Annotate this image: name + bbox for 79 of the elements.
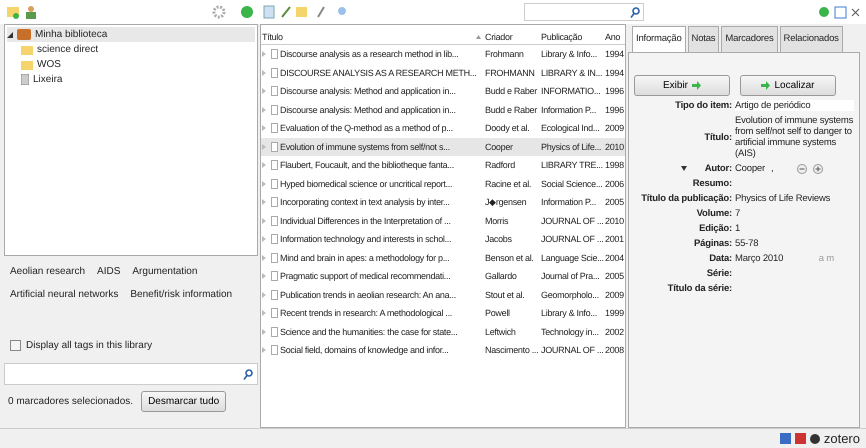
add-icon[interactable] — [813, 164, 824, 174]
tag[interactable]: Artificial neural networks — [10, 289, 118, 300]
deselect-all-button[interactable]: Desmarcar tudo — [141, 391, 226, 412]
item-row[interactable]: Hyped biomedical science or uncritical report... Racine et al. Social Science... 2006 — [261, 174, 625, 193]
column-header[interactable]: Título — [262, 32, 485, 42]
item-row[interactable]: DISCOURSE ANALYSIS AS A RESEARCH METH... FROHMANN LIBRARY & IN... 1994 — [261, 64, 625, 82]
tag[interactable]: Aeolian research — [10, 266, 86, 277]
brand-name: zotero — [824, 431, 860, 446]
item-row[interactable]: Recent trends in research: A methodological ... Powell Library & Info... 1999 — [261, 304, 625, 322]
view-button[interactable]: Exibir — [634, 75, 730, 96]
trash-icon — [21, 74, 29, 85]
item-row[interactable]: Discourse analysis: Method and application in... Budd e Raber INFORMATIO... 1996 — [261, 82, 625, 100]
settings-icon[interactable] — [212, 5, 226, 19]
name-separator: , — [770, 163, 774, 174]
item-row[interactable]: Mind and brain in apes: a methodology for p... Benson et al. Language Scie...2004 — [261, 248, 625, 267]
item-row[interactable]: Evolution of immune systems from self/not s... Cooper Physics of Life... 2010 — [261, 138, 625, 156]
collection-item[interactable]: Lixeira — [7, 72, 255, 87]
item-row[interactable]: Social field, domains of knowledge and infor... Nascimento ... JOURNAL OF ... 2008 — [261, 341, 625, 360]
new-collection-icon[interactable] — [6, 5, 20, 19]
item-row[interactable]: Discourse analysis as a research method in lib... Frohmann Library & Info... 1994 — [261, 45, 625, 64]
field-value[interactable]: 55-78 — [735, 238, 758, 249]
tab[interactable]: Relacionados — [780, 26, 843, 52]
remove-icon[interactable] — [797, 164, 808, 174]
column-header[interactable]: Ano — [605, 32, 624, 42]
field-label: Título: — [704, 132, 732, 142]
item-row[interactable]: Science and the humanities: the case for state... Leftwich Technology in... 2002 — [261, 322, 625, 341]
column-header[interactable]: Criador — [485, 32, 541, 42]
tag-filter-field[interactable] — [4, 363, 258, 385]
arrow-icon — [761, 81, 770, 90]
expander-icon[interactable] — [7, 32, 13, 38]
locate-button[interactable]: Localizar — [740, 75, 836, 96]
arrow-icon — [692, 81, 701, 90]
field-label: Páginas: — [694, 238, 732, 249]
field-label: Título da série: — [668, 283, 732, 294]
item-row[interactable]: Pragmatic support of medical recommendati... Gallardo Journal of Pra... 2005 — [261, 267, 625, 286]
field-label: Série: — [706, 268, 732, 279]
search-field[interactable] — [524, 3, 644, 21]
window-icon[interactable] — [834, 6, 847, 18]
new-group-icon[interactable] — [24, 5, 38, 19]
field-value[interactable]: Cooper — [735, 163, 765, 174]
field-label: Autor: — [704, 163, 732, 174]
selected-tags-count: 0 marcadores selecionados. — [8, 396, 134, 407]
field-label: Edição: — [699, 223, 732, 234]
tag[interactable]: AIDS — [97, 266, 120, 277]
field-value[interactable]: Março 2010 — [735, 253, 784, 264]
caret-icon[interactable] — [680, 166, 687, 171]
field-value[interactable]: Physics of Life Reviews — [735, 193, 830, 204]
tag[interactable]: Argumentation — [132, 266, 198, 277]
field-label: Resumo: — [692, 178, 732, 189]
item-row[interactable]: Flaubert, Foucault, and the bibliotheque fanta... Radford LIBRARY TRE... 1998 — [261, 156, 625, 174]
field-value[interactable]: 1 — [735, 223, 740, 234]
close-icon[interactable] — [851, 8, 860, 16]
tab[interactable]: Informação — [632, 26, 686, 52]
field-label: Tipo do item: — [675, 100, 732, 111]
display-all-checkbox[interactable]: Display all tags in this library — [4, 334, 258, 357]
field-label: Volume: — [696, 208, 732, 219]
field-value[interactable]: Evolution of immune systems from self/not self to danger to artificial immune systems (AIS) — [735, 115, 854, 159]
collection-item[interactable]: Minha biblioteca — [7, 27, 255, 42]
folder-icon — [21, 44, 33, 54]
item-row[interactable]: Evaluation of the Q-method as a method of p... Doody et al. Ecological Ind... 2009 — [261, 119, 625, 138]
item-row[interactable]: Discourse analysis: Method and application in... Budd e Raber Information P... 1996 — [261, 100, 625, 119]
column-header[interactable]: Publicação — [541, 32, 605, 42]
tab[interactable]: Marcadores — [721, 26, 778, 52]
date-hint: a m — [818, 253, 834, 264]
search-icon — [243, 368, 253, 380]
item-row[interactable]: Individual Differences in the Interpretation of ... Morris JOURNAL OF ... 2010 — [261, 212, 625, 230]
search-icon — [630, 6, 640, 18]
tab[interactable]: Notas — [688, 26, 720, 52]
item-row[interactable]: Incorporating context in text analysis by inter... J◆rgensen Information P... 2005 — [261, 193, 625, 212]
folder-icon — [21, 60, 33, 70]
field-label: Data: — [709, 253, 732, 264]
collection-item[interactable]: science direct — [7, 42, 255, 57]
field-value[interactable]: 7 — [735, 208, 740, 219]
collection-item[interactable]: WOS — [7, 57, 255, 72]
sort-icon — [476, 34, 481, 39]
tag[interactable]: Benefit/risk information — [130, 289, 232, 300]
field-label: Título da publicação: — [641, 193, 732, 204]
item-row[interactable]: Information technology and interests in schol... Jacobs JOURNAL OF ... 2001 — [261, 230, 625, 248]
item-row[interactable]: Publication trends in aeolian research: An ana... Stout et al. Geomorpholo... 2009 — [261, 286, 625, 304]
